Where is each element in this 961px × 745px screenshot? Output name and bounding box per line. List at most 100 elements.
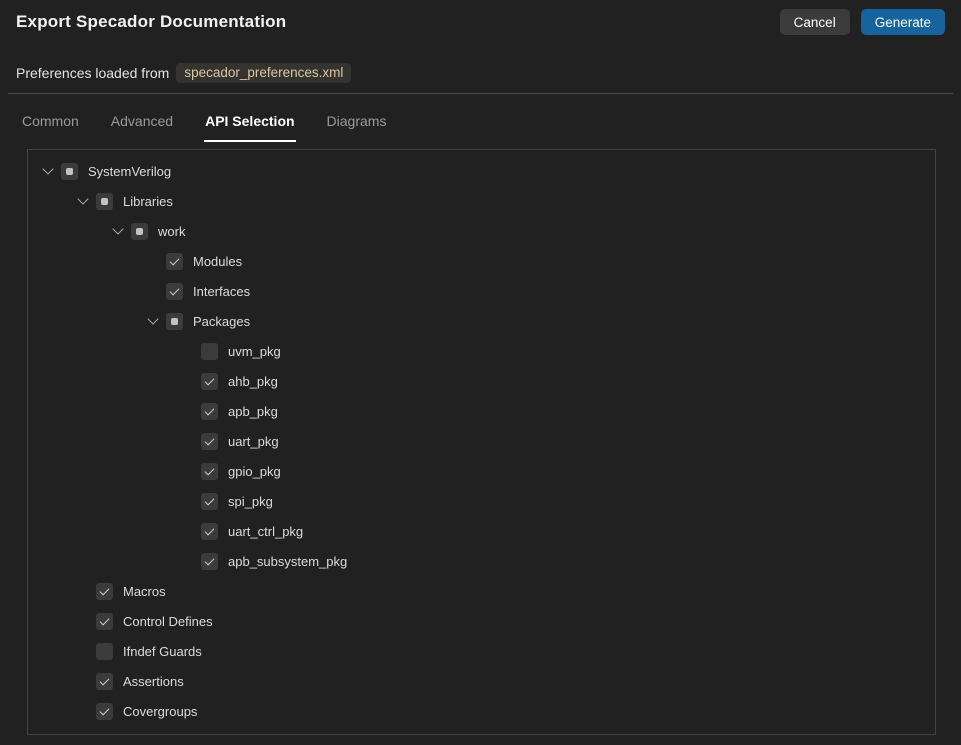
tab-advanced[interactable]: Advanced: [110, 113, 174, 142]
dialog-header: Export Specador Documentation Cancel Gen…: [0, 0, 961, 36]
tab-label: Advanced: [111, 113, 173, 129]
tree-item-label: Covergroups: [123, 704, 197, 719]
checkbox[interactable]: [131, 223, 148, 240]
chevron-slot: [43, 169, 61, 173]
tree-item-label: Assertions: [123, 674, 184, 689]
preferences-status-text: Preferences loaded from: [16, 65, 169, 81]
chevron-slot: [183, 379, 201, 383]
chevron-down-icon[interactable]: [77, 193, 88, 204]
chevron-slot: [78, 709, 96, 713]
checkmark-icon: [205, 435, 215, 445]
tree-row[interactable]: Covergroups: [28, 696, 935, 726]
checkbox[interactable]: [61, 163, 78, 180]
checkmark-icon: [205, 465, 215, 475]
tree-item-label: apb_subsystem_pkg: [228, 554, 347, 569]
checkmark-icon: [100, 615, 110, 625]
chevron-slot: [183, 559, 201, 563]
tree-row[interactable]: SystemVerilog: [28, 156, 935, 186]
checkbox[interactable]: [201, 523, 218, 540]
chevron-slot: [148, 289, 166, 293]
tree-row[interactable]: Macros: [28, 576, 935, 606]
checkmark-icon: [100, 675, 110, 685]
tab-label: Common: [22, 113, 79, 129]
checkmark-icon: [170, 285, 180, 295]
tree-item-label: SystemVerilog: [88, 164, 171, 179]
chevron-slot: [183, 409, 201, 413]
checkmark-icon: [205, 525, 215, 535]
checkmark-icon: [170, 255, 180, 265]
tree-row[interactable]: ahb_pkg: [28, 366, 935, 396]
checkbox[interactable]: [201, 463, 218, 480]
tree-row[interactable]: gpio_pkg: [28, 456, 935, 486]
chevron-slot: [113, 229, 131, 233]
tree-item-label: Libraries: [123, 194, 173, 209]
tree-row[interactable]: apb_subsystem_pkg: [28, 546, 935, 576]
tree-item-label: Macros: [123, 584, 166, 599]
tree-row[interactable]: work: [28, 216, 935, 246]
tree-row[interactable]: Interfaces: [28, 276, 935, 306]
indeterminate-mark-icon: [136, 228, 143, 235]
tree-row[interactable]: uvm_pkg: [28, 336, 935, 366]
cancel-button[interactable]: Cancel: [780, 9, 850, 35]
checkbox[interactable]: [166, 313, 183, 330]
chevron-slot: [78, 589, 96, 593]
tab-bar: Common Advanced API Selection Diagrams: [21, 113, 961, 142]
tree-item-label: uvm_pkg: [228, 344, 281, 359]
tree-panel: SystemVerilog Libraries work Modules: [27, 149, 936, 735]
indeterminate-mark-icon: [101, 198, 108, 205]
checkbox[interactable]: [166, 253, 183, 270]
tab-label: API Selection: [205, 113, 294, 129]
checkbox[interactable]: [96, 673, 113, 690]
tree-item-label: Control Defines: [123, 614, 213, 629]
checkbox[interactable]: [201, 373, 218, 390]
tree-item-label: Ifndef Guards: [123, 644, 202, 659]
tree-row[interactable]: uart_pkg: [28, 426, 935, 456]
tab-api-selection[interactable]: API Selection: [204, 113, 295, 142]
checkbox[interactable]: [201, 433, 218, 450]
chevron-slot: [78, 199, 96, 203]
checkbox[interactable]: [96, 643, 113, 660]
tree-row[interactable]: Ifndef Guards: [28, 636, 935, 666]
checkbox[interactable]: [96, 193, 113, 210]
tree-row[interactable]: spi_pkg: [28, 486, 935, 516]
tree-row[interactable]: Libraries: [28, 186, 935, 216]
preferences-file-badge: specador_preferences.xml: [176, 63, 351, 83]
tree-item-label: Interfaces: [193, 284, 250, 299]
checkbox[interactable]: [96, 703, 113, 720]
generate-button[interactable]: Generate: [861, 9, 945, 35]
checkbox[interactable]: [201, 493, 218, 510]
tree-row[interactable]: Packages: [28, 306, 935, 336]
tab-diagrams[interactable]: Diagrams: [326, 113, 388, 142]
preferences-status: Preferences loaded from specador_prefere…: [16, 63, 945, 83]
tree-row[interactable]: Assertions: [28, 666, 935, 696]
header-divider: [8, 93, 953, 94]
tree-item-label: work: [158, 224, 185, 239]
chevron-slot: [183, 439, 201, 443]
tree-item-label: Modules: [193, 254, 242, 269]
tab-label: Diagrams: [327, 113, 387, 129]
tree-row[interactable]: uart_ctrl_pkg: [28, 516, 935, 546]
chevron-slot: [78, 679, 96, 683]
checkbox[interactable]: [166, 283, 183, 300]
tree-row[interactable]: Modules: [28, 246, 935, 276]
checkmark-icon: [100, 705, 110, 715]
header-actions: Cancel Generate: [780, 9, 945, 35]
chevron-down-icon[interactable]: [147, 313, 158, 324]
checkbox[interactable]: [96, 583, 113, 600]
tree-row[interactable]: Control Defines: [28, 606, 935, 636]
chevron-slot: [148, 319, 166, 323]
chevron-down-icon[interactable]: [42, 163, 53, 174]
tree-item-label: gpio_pkg: [228, 464, 281, 479]
page-title: Export Specador Documentation: [16, 12, 286, 32]
chevron-slot: [183, 349, 201, 353]
tree-row[interactable]: apb_pkg: [28, 396, 935, 426]
tab-common[interactable]: Common: [21, 113, 80, 142]
chevron-slot: [78, 619, 96, 623]
checkbox[interactable]: [201, 343, 218, 360]
checkbox[interactable]: [201, 553, 218, 570]
checkbox[interactable]: [201, 403, 218, 420]
checkbox[interactable]: [96, 613, 113, 630]
checkmark-icon: [205, 405, 215, 415]
tree-item-label: Packages: [193, 314, 250, 329]
chevron-down-icon[interactable]: [112, 223, 123, 234]
